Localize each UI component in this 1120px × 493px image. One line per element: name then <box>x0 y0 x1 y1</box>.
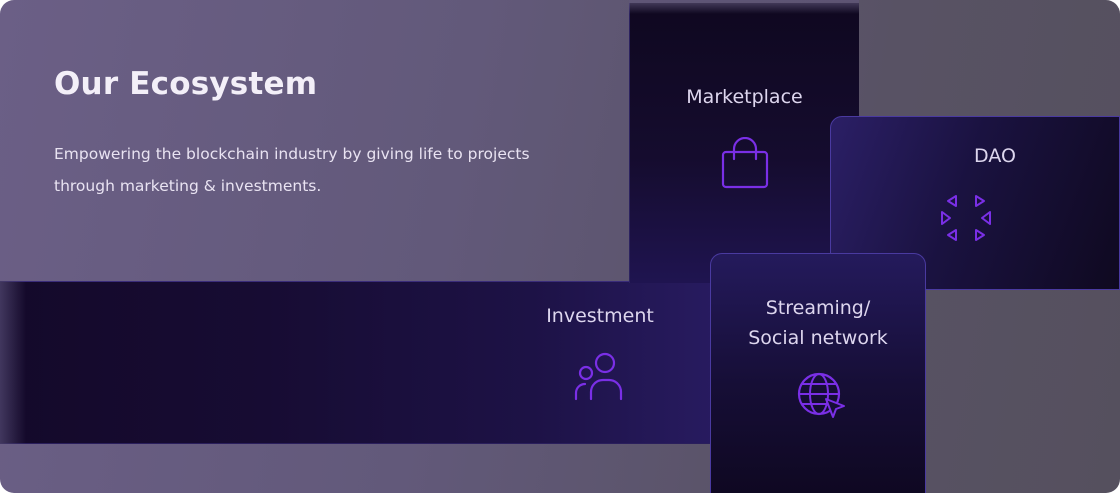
dao-arrows-icon <box>940 193 992 243</box>
shopping-bag-icon <box>721 137 769 189</box>
globe-cursor-icon <box>797 372 847 420</box>
users-icon <box>574 352 626 402</box>
streaming-label-line1: Streaming/ <box>765 297 871 319</box>
grain-edge-top <box>629 0 859 14</box>
section-subtitle: Empowering the blockchain industry by gi… <box>54 145 530 195</box>
ecosystem-section: Our Ecosystem Empowering the blockchain … <box>0 0 1120 493</box>
dao-label: DAO <box>974 145 1016 167</box>
streaming-label-line2: Social network <box>748 327 888 349</box>
streaming-card[interactable]: Streaming/ Social network <box>710 253 926 493</box>
investment-card[interactable]: Investment <box>0 281 760 444</box>
investment-label: Investment <box>546 305 654 327</box>
marketplace-label: Marketplace <box>686 86 803 108</box>
grain-edge-left <box>0 281 26 444</box>
marketplace-card[interactable]: Marketplace <box>629 3 859 283</box>
section-title: Our Ecosystem <box>54 66 318 102</box>
